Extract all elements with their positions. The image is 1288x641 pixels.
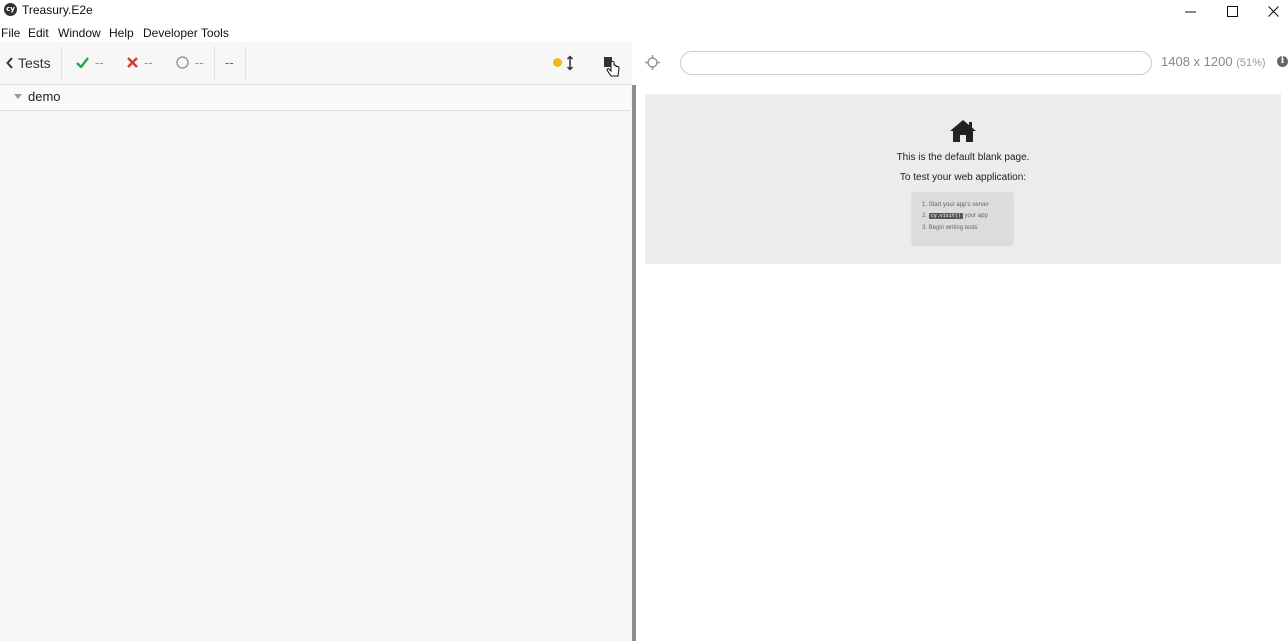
viewport-size: 1408 x 1200 (51%) <box>1161 54 1266 69</box>
home-icon <box>949 119 977 148</box>
list-item: 3. Begin writing tests <box>922 225 978 231</box>
menu-window[interactable]: Window <box>58 26 101 40</box>
failed-stat: -- <box>127 55 153 70</box>
close-button[interactable] <box>1251 0 1288 22</box>
crosshairs-icon <box>645 55 660 70</box>
passed-count: -- <box>95 55 104 70</box>
viewport-dimensions: 1408 x 1200 <box>1161 54 1233 69</box>
pending-stat: -- <box>176 55 204 70</box>
menu-bar: File Edit Window Help Developer Tools <box>0 22 1288 42</box>
auto-scroll-toggle[interactable] <box>566 55 574 76</box>
toolbar-divider <box>245 46 246 80</box>
default-blank-page: This is the default blank page. To test … <box>645 94 1281 264</box>
maximize-button[interactable] <box>1210 0 1254 22</box>
chevron-left-icon <box>6 57 13 69</box>
toolbar-divider <box>61 46 62 80</box>
viewport-scale: (51%) <box>1236 57 1266 69</box>
x-icon <box>127 57 138 68</box>
selector-playground-button[interactable] <box>603 56 621 83</box>
url-input[interactable] <box>680 51 1152 75</box>
menu-help[interactable]: Help <box>109 26 134 40</box>
menu-file[interactable]: File <box>1 26 20 40</box>
maximize-icon <box>1226 5 1238 17</box>
failed-count: -- <box>144 55 153 70</box>
list-item: 2. cy.visit() your app <box>922 213 988 219</box>
back-label: Tests <box>18 55 51 71</box>
duration-value: -- <box>225 55 234 70</box>
spec-item[interactable]: demo <box>0 85 630 111</box>
arrows-vertical-icon <box>566 55 574 71</box>
check-icon <box>76 57 89 68</box>
circle-notch-icon <box>176 56 189 69</box>
blank-page-subtitle: To test your web application: <box>899 172 1027 183</box>
menu-developer-tools[interactable]: Developer Tools <box>143 26 229 40</box>
instructions-list: 1. Start your app's server 2. cy.visit()… <box>912 192 1013 244</box>
pending-count: -- <box>195 55 204 70</box>
menu-edit[interactable]: Edit <box>28 26 49 40</box>
running-indicator-dot <box>553 58 562 67</box>
reporter-header: Tests -- -- -- -- <box>0 42 632 85</box>
back-to-tests-button[interactable]: Tests <box>6 55 51 71</box>
title-bar: cy Treasury.E2e <box>0 0 1288 22</box>
caret-down-icon <box>14 94 22 99</box>
close-icon <box>1267 5 1279 17</box>
blank-page-title: This is the default blank page. <box>896 152 1030 163</box>
toolbar-divider <box>214 46 215 80</box>
duration-stat: -- <box>225 55 234 70</box>
cypress-logo-icon: cy <box>4 3 17 16</box>
minimize-button[interactable] <box>1168 0 1212 22</box>
spec-name: demo <box>28 89 61 104</box>
info-circle-icon[interactable]: i <box>1277 56 1288 67</box>
window-title: Treasury.E2e <box>22 3 93 17</box>
selector-crosshair-button[interactable] <box>645 55 660 75</box>
spec-list: demo <box>0 85 632 641</box>
pointer-hand-icon <box>604 57 620 77</box>
minimize-icon <box>1184 11 1196 12</box>
passed-stat: -- <box>76 55 104 70</box>
list-item: 1. Start your app's server <box>922 202 989 208</box>
